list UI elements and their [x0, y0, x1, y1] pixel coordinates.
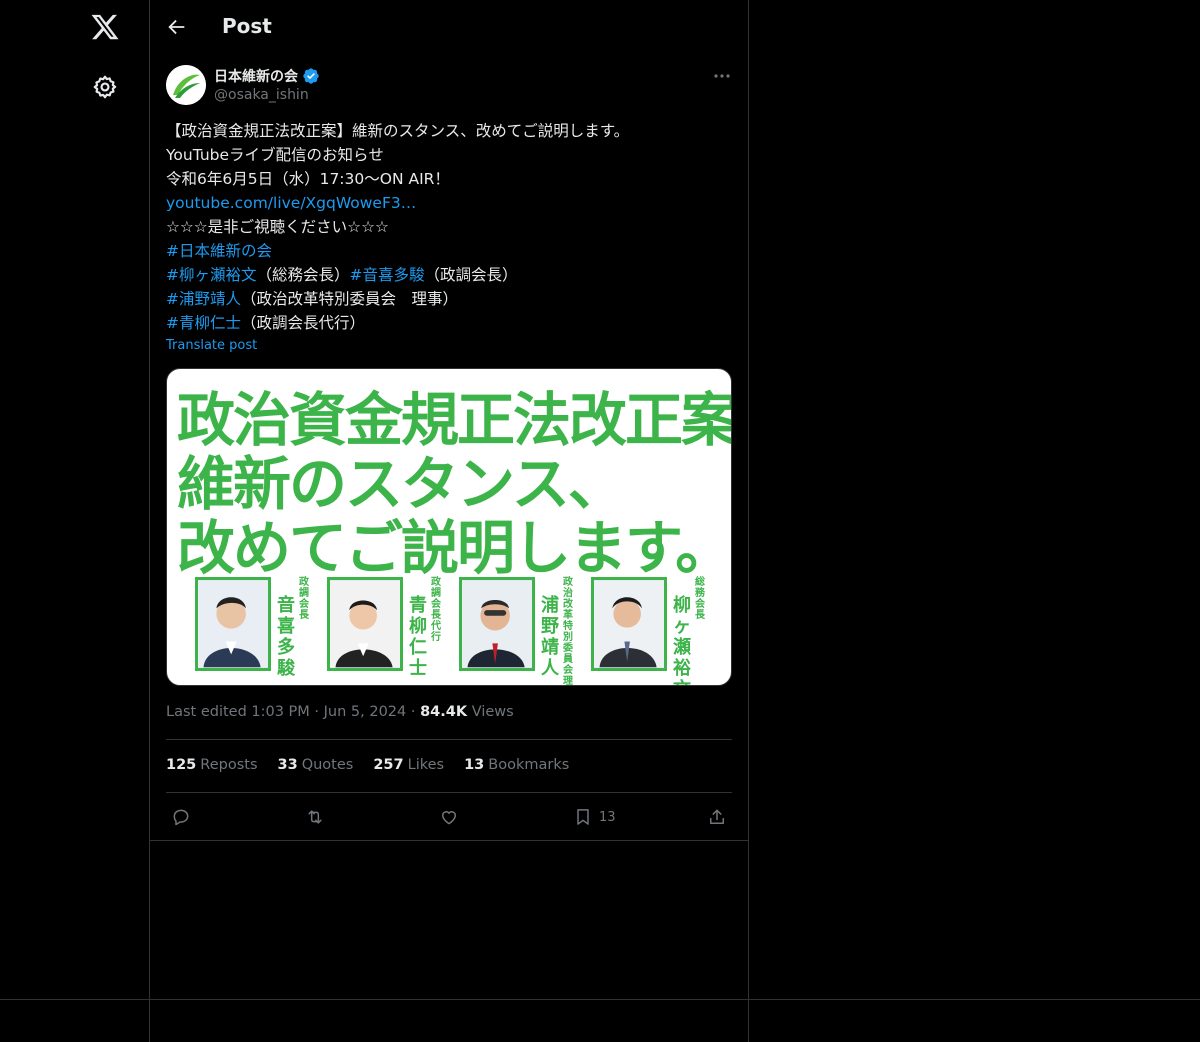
person-role: 政調会長 [299, 577, 309, 621]
page-title: Post [222, 14, 272, 38]
portrait-photo [327, 577, 403, 671]
repost-button[interactable] [305, 806, 325, 828]
share-icon [710, 809, 724, 824]
hashtag-link[interactable]: #音喜多駿 [350, 266, 425, 284]
reposts-stat[interactable]: 125 Reposts [166, 757, 258, 773]
hashtag-link[interactable]: #日本維新の会 [166, 242, 272, 260]
likes-count: 257 [373, 757, 404, 773]
edited-time[interactable]: Last edited 1:03 PM [166, 704, 310, 720]
post-date[interactable]: Jun 5, 2024 [324, 704, 407, 720]
portrait-photo [459, 577, 535, 671]
arrow-left-icon[interactable] [166, 16, 188, 38]
person-name: 柳ヶ瀬裕文 [673, 595, 691, 685]
bookmark-icon [577, 809, 589, 825]
bookmarks-label: Bookmarks [488, 757, 570, 773]
meta-separator: · [314, 704, 320, 720]
bookmark-count: 13 [599, 809, 616, 825]
hashtag-suffix: （政調会長） [424, 266, 518, 284]
repost-icon [308, 810, 322, 824]
top-bar: Post [150, 0, 748, 54]
person-name: 浦野靖人 [541, 595, 559, 679]
divider [166, 792, 732, 793]
post-detail-column: Post 日本維新の会 @osaka_ishin 【政治資金規正法改正案】維新の… [150, 0, 749, 1000]
post-line: 【政治資金規正法改正案】維新のスタンス、改めてご説明します。 [166, 122, 630, 140]
person-role: 政調会長代行 [431, 577, 441, 643]
footer-divider [0, 999, 1200, 1000]
quotes-count: 33 [277, 757, 298, 773]
reposts-label: Reposts [200, 757, 258, 773]
quotes-label: Quotes [301, 757, 354, 773]
reply-button[interactable] [171, 806, 191, 828]
x-logo-icon[interactable] [90, 12, 120, 42]
views-label: Views [471, 704, 514, 720]
leaf-logo-icon [166, 65, 206, 105]
author-handle[interactable]: @osaka_ishin [214, 87, 309, 103]
action-bar: 13 [150, 800, 748, 836]
avatar[interactable] [166, 65, 206, 105]
reposts-count: 125 [166, 757, 197, 773]
person-role: 政治改革特別委員会理事 [563, 577, 573, 686]
hashtag-link[interactable]: #青柳仁士 [166, 314, 241, 332]
portrait-photo [195, 577, 271, 671]
post-meta: Last edited 1:03 PM · Jun 5, 2024 · 84.4… [166, 704, 514, 720]
footer-divider [149, 1000, 150, 1042]
person-card: 青柳仁士 政調会長代行 [327, 577, 457, 679]
likes-stat[interactable]: 257 Likes [373, 757, 444, 773]
post-line: YouTubeライブ配信のお知らせ [166, 146, 384, 164]
hashtag-suffix: （政調会長代行） [241, 314, 366, 332]
engagement-stats: 125 Reposts 33 Quotes 257 Likes 13 Bookmarks [166, 757, 569, 773]
display-name[interactable]: 日本維新の会 [214, 66, 298, 86]
divider [166, 739, 732, 740]
author-name-row[interactable]: 日本維新の会 [214, 66, 320, 86]
hashtag-link[interactable]: #浦野靖人 [166, 290, 241, 308]
post-line: ☆☆☆是非ご視聴ください☆☆☆ [166, 218, 389, 236]
translate-post-link[interactable]: Translate post [166, 338, 257, 353]
post-text: 【政治資金規正法改正案】維新のスタンス、改めてご説明します。 YouTubeライ… [166, 119, 732, 335]
person-role: 総務会長 [695, 577, 705, 621]
person-card: 柳ヶ瀬裕文 総務会長 [591, 577, 721, 685]
post-line: 令和6年6月5日（水）17:30〜ON AIR！ [166, 170, 450, 188]
share-button[interactable] [707, 806, 727, 828]
meta-separator: · [410, 704, 416, 720]
verified-badge-icon [303, 68, 319, 84]
divider [150, 840, 749, 841]
bookmark-button[interactable]: 13 [573, 806, 616, 828]
person-name: 青柳仁士 [409, 595, 427, 679]
youtube-link[interactable]: youtube.com/live/XgqWoweF3… [166, 191, 732, 215]
views-count: 84.4K [420, 704, 468, 720]
portrait-photo [591, 577, 667, 671]
bookmarks-stat[interactable]: 13 Bookmarks [464, 757, 569, 773]
person-card: 浦野靖人 政治改革特別委員会理事 [459, 577, 589, 685]
reply-icon [173, 809, 189, 826]
footer-divider [748, 1000, 749, 1042]
left-nav [0, 0, 150, 1000]
quotes-stat[interactable]: 33 Quotes [278, 757, 354, 773]
hashtag-link[interactable]: #柳ヶ瀬裕文 [166, 266, 257, 284]
like-button[interactable] [439, 806, 459, 828]
hashtag-suffix: （政治改革特別委員会 理事） [241, 290, 459, 308]
likes-label: Likes [407, 757, 445, 773]
post-image[interactable]: 政治資金規正法改正案 維新のスタンス、 改めてご説明します。 音喜多駿 政調会長… [166, 368, 732, 686]
gear-icon[interactable] [92, 74, 118, 100]
bookmarks-count: 13 [464, 757, 485, 773]
image-headline: 改めてご説明します。 [177, 514, 732, 582]
hashtag-suffix: （総務会長） [256, 266, 350, 284]
more-options-icon[interactable] [712, 66, 732, 86]
person-name: 音喜多駿 [277, 595, 295, 679]
heart-icon [442, 811, 456, 825]
person-card: 音喜多駿 政調会長 [195, 577, 325, 679]
